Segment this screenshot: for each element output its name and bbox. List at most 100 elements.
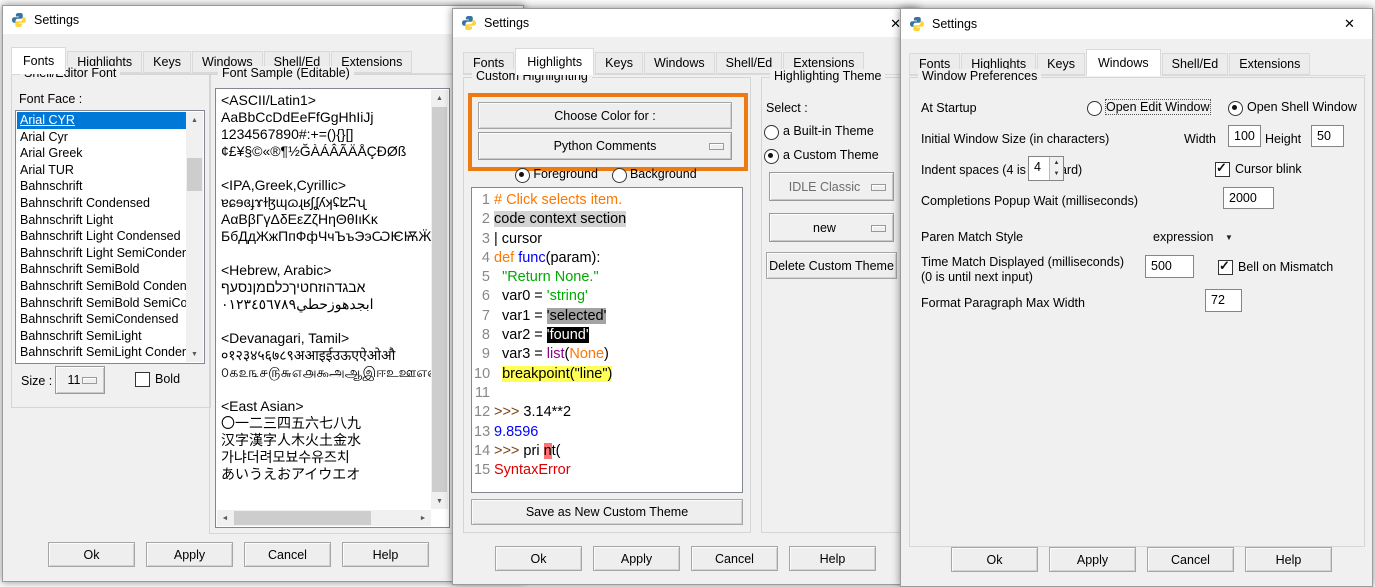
code-segment[interactable]: 3.14**2	[519, 404, 571, 420]
tab-shell-ed[interactable]: Shell/Ed	[1162, 53, 1229, 75]
code-segment[interactable]: (param):	[546, 250, 601, 266]
code-line[interactable]: 11	[474, 384, 740, 403]
help-button[interactable]: Help	[342, 542, 429, 567]
code-segment[interactable]: >>>	[494, 443, 519, 459]
delete-custom-theme-button[interactable]: Delete Custom Theme	[766, 252, 897, 279]
font-item[interactable]: Bahnschrift SemiCondensed	[17, 311, 186, 328]
code-segment[interactable]: list	[547, 346, 565, 362]
highlight-target-dropdown[interactable]: Python Comments	[478, 132, 732, 160]
cursor-blink-checkbox[interactable]: ✓	[1215, 162, 1230, 177]
choose-color-button[interactable]: Choose Color for :	[478, 102, 732, 129]
tab-keys[interactable]: Keys	[595, 52, 643, 74]
font-item[interactable]: Arial Cyr	[17, 129, 186, 146]
font-item[interactable]: Bahnschrift	[17, 178, 186, 195]
scroll-down-icon[interactable]: ▼	[431, 493, 448, 509]
font-item[interactable]: Arial Greek	[17, 145, 186, 162]
scroll-up-icon[interactable]: ▲	[431, 90, 448, 106]
foreground-radio[interactable]	[515, 168, 530, 183]
height-input[interactable]: 50	[1311, 125, 1344, 147]
code-segment[interactable]: 9.8596	[494, 424, 538, 440]
highlight-sample[interactable]: 1# Click selects item.2code context sect…	[474, 191, 740, 480]
code-segment[interactable]	[494, 269, 502, 285]
cancel-button[interactable]: Cancel	[1147, 547, 1234, 572]
scroll-thumb[interactable]	[234, 511, 371, 525]
spin-up-icon[interactable]: ▲	[1050, 157, 1063, 169]
code-line[interactable]: 8 var2 = 'found'	[474, 326, 740, 345]
scroll-left-icon[interactable]: ◄	[217, 510, 233, 526]
scroll-thumb[interactable]	[187, 158, 202, 191]
tab-keys[interactable]: Keys	[1037, 53, 1085, 75]
scroll-right-icon[interactable]: ►	[415, 510, 431, 526]
tab-highlights[interactable]: Highlights	[515, 48, 594, 75]
open-edit-radio[interactable]	[1087, 101, 1102, 116]
code-line[interactable]: 12>>> 3.14**2	[474, 403, 740, 422]
code-segment[interactable]: | cursor	[494, 231, 542, 247]
code-segment[interactable]: t(	[552, 443, 561, 459]
tab-fonts[interactable]: Fonts	[11, 47, 66, 74]
titlebar[interactable]: Settings	[3, 6, 523, 34]
tab-keys[interactable]: Keys	[143, 51, 191, 73]
apply-button[interactable]: Apply	[1049, 547, 1136, 572]
custom-theme-radio[interactable]	[764, 149, 779, 164]
code-segment[interactable]: def	[494, 250, 514, 266]
code-line[interactable]: 7 var1 = 'selected'	[474, 307, 740, 326]
font-item[interactable]: Bahnschrift SemiBold SemiCondensed	[17, 295, 186, 312]
sample-hscrollbar[interactable]: ◄ ►	[217, 510, 431, 526]
builtin-theme-radio[interactable]	[764, 125, 779, 140]
tab-windows[interactable]: Windows	[644, 52, 715, 74]
code-segment[interactable]: 'string'	[547, 288, 588, 304]
code-segment[interactable]: None	[569, 346, 604, 362]
width-input[interactable]: 100	[1228, 125, 1261, 147]
code-line[interactable]: 4def func(param):	[474, 249, 740, 268]
code-segment[interactable]: pri	[519, 443, 543, 459]
format-width-input[interactable]: 72	[1205, 289, 1242, 312]
size-dropdown[interactable]: 11	[55, 366, 105, 394]
ok-button[interactable]: Ok	[951, 547, 1038, 572]
paren-style-dropdown[interactable]: expression	[1153, 230, 1213, 244]
scroll-up-icon[interactable]: ▲	[186, 112, 203, 128]
font-item[interactable]: Bahnschrift SemiLight Condensed	[17, 344, 186, 361]
font-item[interactable]: Bahnschrift Light Condensed	[17, 228, 186, 245]
open-edit-label[interactable]: Open Edit Window	[1106, 100, 1210, 114]
code-line[interactable]: 10 breakpoint("line")	[474, 365, 740, 384]
code-segment[interactable]: var1 =	[494, 308, 547, 324]
font-item[interactable]: Bahnschrift SemiBold Condensed	[17, 278, 186, 295]
code-line[interactable]: 2code context section	[474, 210, 740, 229]
save-custom-theme-button[interactable]: Save as New Custom Theme	[471, 499, 743, 525]
code-segment[interactable]: breakpoint("line")	[502, 366, 612, 382]
background-radio[interactable]	[612, 168, 627, 183]
code-segment[interactable]	[494, 366, 502, 382]
ok-button[interactable]: Ok	[495, 546, 582, 571]
font-sample-text[interactable]: <ASCII/Latin1> AaBbCcDdEeFfGgHhIiJj 1234…	[217, 90, 431, 509]
code-segment[interactable]: >>>	[494, 404, 519, 420]
code-segment[interactable]: 'selected'	[547, 308, 607, 324]
code-line[interactable]: 9 var3 = list(None)	[474, 345, 740, 364]
tab-windows[interactable]: Windows	[1086, 49, 1161, 76]
code-segment[interactable]: "Return None."	[502, 269, 599, 285]
font-item[interactable]: Bahnschrift Light	[17, 212, 186, 229]
code-line[interactable]: 139.8596	[474, 423, 740, 442]
font-item[interactable]: Arial CYR	[17, 112, 186, 129]
time-match-input[interactable]: 500	[1145, 255, 1194, 278]
cancel-button[interactable]: Cancel	[244, 542, 331, 567]
open-shell-radio[interactable]	[1228, 101, 1243, 116]
font-item[interactable]: Bahnschrift Light SemiCondensed	[17, 245, 186, 262]
code-segment[interactable]: SyntaxError	[494, 462, 571, 478]
help-button[interactable]: Help	[789, 546, 876, 571]
code-segment[interactable]: 'found'	[547, 327, 589, 343]
sample-vscrollbar[interactable]: ▲ ▼	[431, 90, 448, 509]
tab-extensions[interactable]: Extensions	[1229, 53, 1310, 75]
indent-spinbox[interactable]: 4 ▲ ▼	[1028, 156, 1064, 181]
cancel-button[interactable]: Cancel	[691, 546, 778, 571]
font-item[interactable]: Bahnschrift SemiBold	[17, 261, 186, 278]
titlebar[interactable]: Settings ✕	[901, 9, 1372, 39]
code-segment[interactable]: var2 =	[494, 327, 547, 343]
chevron-down-icon[interactable]: ▼	[1225, 233, 1233, 242]
builtin-theme-dropdown[interactable]: IDLE Classic	[769, 172, 894, 201]
code-line[interactable]: 5 "Return None."	[474, 268, 740, 287]
code-segment[interactable]: # Click selects item.	[494, 192, 622, 208]
ok-button[interactable]: Ok	[48, 542, 135, 567]
code-segment[interactable]: )	[604, 346, 609, 362]
font-item[interactable]: Arial TUR	[17, 162, 186, 179]
custom-theme-dropdown[interactable]: new	[769, 213, 894, 242]
